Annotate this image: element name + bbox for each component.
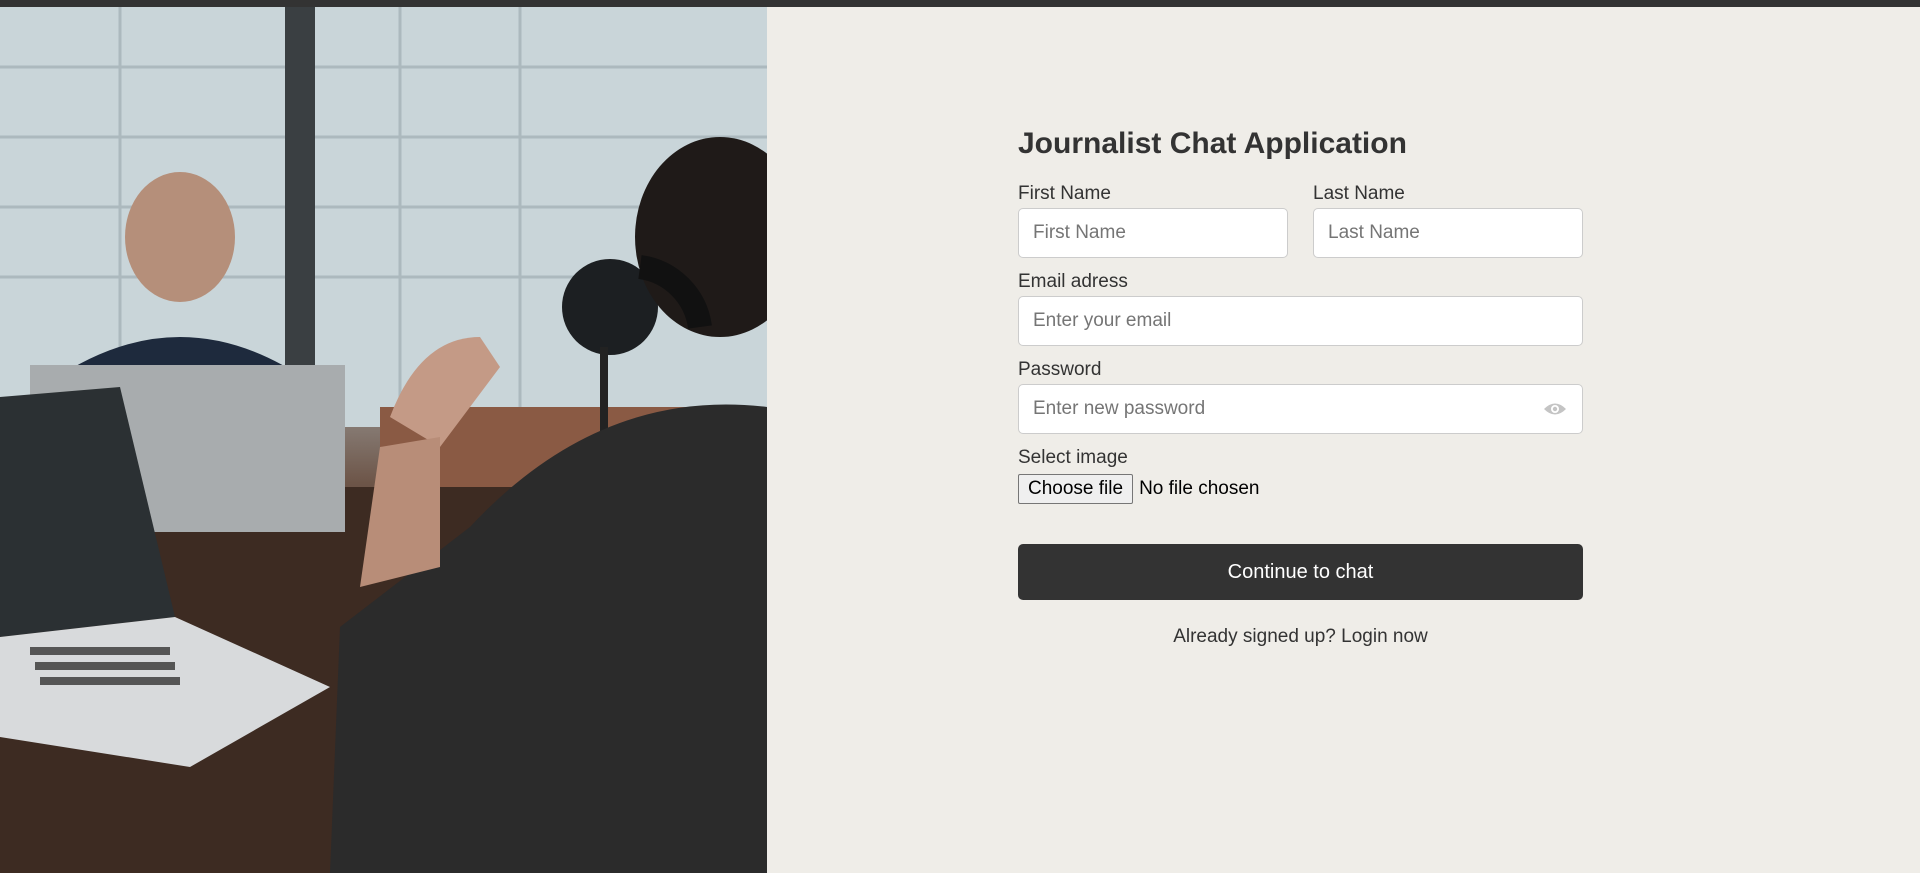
- first-name-label: First Name: [1018, 183, 1111, 204]
- first-name-input[interactable]: [1018, 208, 1288, 258]
- page-title: Journalist Chat Application: [1018, 127, 1407, 160]
- continue-to-chat-button[interactable]: Continue to chat: [1018, 544, 1583, 600]
- email-field: Email adress: [1018, 268, 1583, 346]
- password-input[interactable]: [1018, 384, 1583, 434]
- eye-icon[interactable]: [1543, 401, 1567, 417]
- last-name-input[interactable]: [1313, 208, 1583, 258]
- signin-prompt: Already signed up? Login now: [1018, 626, 1583, 648]
- email-input[interactable]: [1018, 296, 1583, 346]
- last-name-label: Last Name: [1313, 183, 1405, 204]
- first-name-field: First Name: [1018, 180, 1288, 258]
- file-status: No file chosen: [1139, 478, 1260, 499]
- signin-text: Already signed up?: [1173, 626, 1336, 647]
- file-picker: Choose file No file chosen: [1018, 474, 1583, 504]
- top-bar: [0, 0, 1920, 7]
- password-label: Password: [1018, 359, 1102, 380]
- email-label: Email adress: [1018, 271, 1128, 292]
- image-field: Select image Choose file No file chosen: [1018, 444, 1583, 504]
- password-input-wrap: [1018, 384, 1583, 434]
- choose-file-button[interactable]: Choose file: [1018, 474, 1134, 504]
- name-row: First Name Last Name: [1018, 180, 1583, 268]
- password-field: Password: [1018, 356, 1583, 434]
- login-now-link[interactable]: Login now: [1341, 626, 1428, 647]
- signup-form: Journalist Chat Application First Name L…: [1018, 120, 1583, 648]
- hero-image: [0, 7, 767, 873]
- last-name-field: Last Name: [1313, 180, 1583, 258]
- image-label: Select image: [1018, 447, 1128, 468]
